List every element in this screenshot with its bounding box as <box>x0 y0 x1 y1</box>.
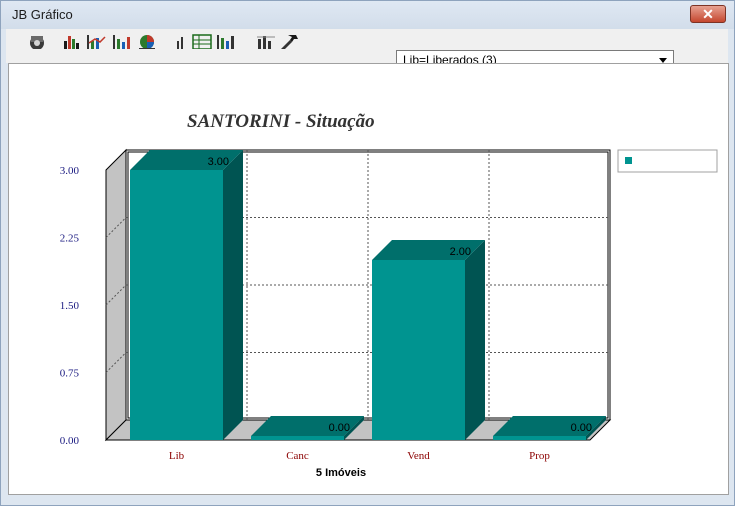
grid-chart-icon[interactable] <box>256 33 276 49</box>
y-axis-tick-labels: 3.00 2.25 1.50 0.75 0.00 <box>60 165 80 447</box>
stacked-chart-icon[interactable] <box>112 33 132 49</box>
bar-value-label: 0.00 <box>571 422 592 434</box>
tools-icon[interactable] <box>278 33 300 49</box>
bar-value-label: 0.00 <box>329 422 350 434</box>
category-label: Prop <box>529 450 550 462</box>
pie-chart-icon[interactable] <box>137 33 157 49</box>
bar-value-label: 2.00 <box>450 246 471 258</box>
legend-box <box>617 149 718 173</box>
y-tick-label: 2.25 <box>60 233 80 245</box>
globe-3d-icon[interactable] <box>28 33 48 49</box>
y-tick-label: 1.50 <box>60 300 80 312</box>
bar-front <box>493 436 586 440</box>
bar-chart: SANTORINI - Situação 3.00 2.25 1.50 0.75 0.0… <box>60 111 718 479</box>
category-label: Vend <box>407 450 430 462</box>
table-chart-icon[interactable] <box>192 33 212 49</box>
window-title: JB Gráfico <box>12 7 73 22</box>
x-axis-title: 5 Imóveis <box>316 467 366 479</box>
title-bar: JB Gráfico ✕ <box>1 1 734 29</box>
chart-panel: SANTORINI - Situação 3.00 2.25 1.50 0.75 0.0… <box>8 63 729 495</box>
close-button[interactable]: ✕ <box>690 5 726 23</box>
y-tick-label: 3.00 <box>60 165 80 177</box>
x-axis-tick-labels: Lib Canc Vend Prop <box>169 450 551 462</box>
legend-swatch <box>625 157 632 164</box>
chart-title: SANTORINI - Situação <box>187 111 375 132</box>
y-tick-label: 0.00 <box>60 435 80 447</box>
bar-front <box>130 170 223 440</box>
bar-side <box>465 240 485 440</box>
toolbar: Lib=Liberados (3) <box>6 29 728 71</box>
category-label: Lib <box>169 450 185 462</box>
plot-left-wall <box>105 148 127 442</box>
bar-chart-icon[interactable] <box>62 33 80 49</box>
category-label: Canc <box>286 450 309 462</box>
bar-lib: 3.00 <box>130 150 243 440</box>
bar-value-label: 3.00 <box>208 156 229 168</box>
small-bar-icon[interactable] <box>173 33 187 49</box>
bar-prop: 0.00 <box>493 416 606 440</box>
bar-vend: 2.00 <box>372 240 485 440</box>
line-bar-chart-icon[interactable] <box>86 33 106 49</box>
column-chart-icon[interactable] <box>216 33 236 49</box>
bar-front <box>251 436 344 440</box>
chart-window: JB Gráfico ✕ Lib=Liberados (3) SANTORINI… <box>0 0 735 506</box>
y-tick-label: 0.75 <box>60 368 80 380</box>
bar-front <box>372 260 465 440</box>
bar-canc: 0.00 <box>251 416 364 440</box>
bar-side <box>223 150 243 440</box>
